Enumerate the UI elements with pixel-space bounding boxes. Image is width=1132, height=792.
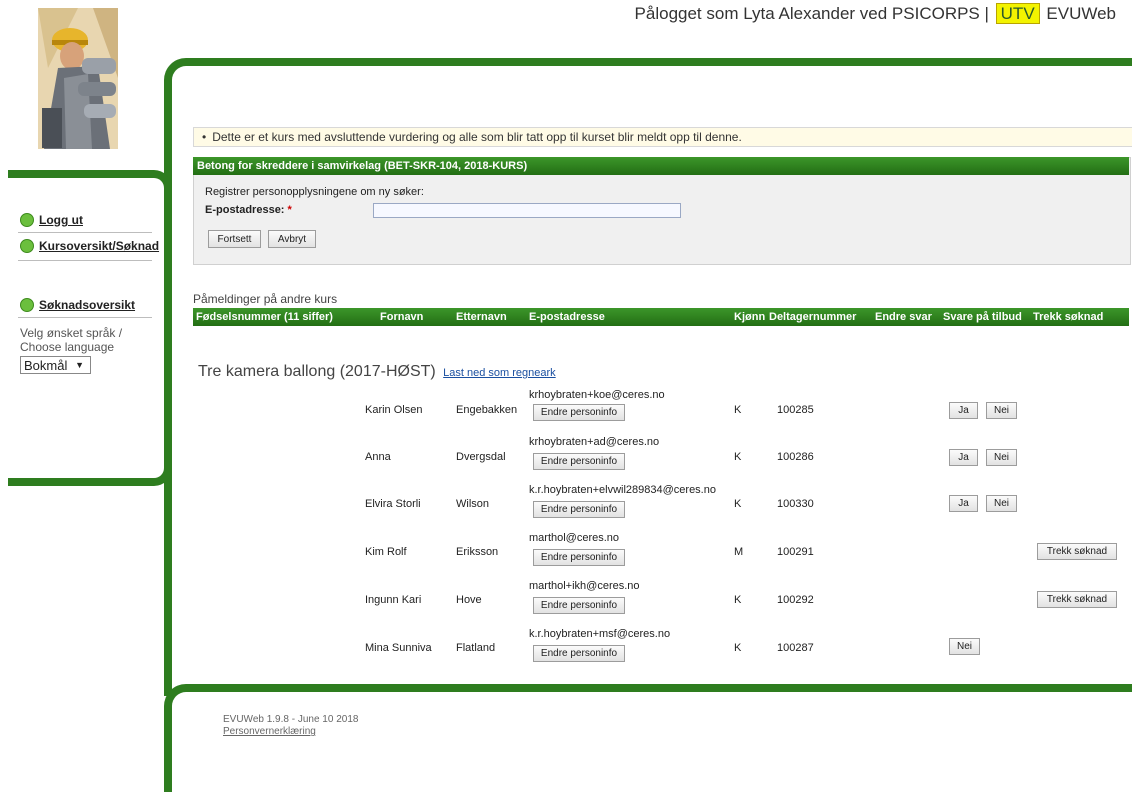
sidebar-divider (18, 260, 152, 261)
col-participant-number: Deltagernummer (769, 311, 857, 323)
row-email: krhoybraten+ad@ceres.no (529, 436, 660, 448)
col-gender: Kjønn (734, 311, 766, 323)
row-last-name: Eriksson (456, 546, 499, 558)
decline-offer-button[interactable]: Nei (949, 638, 980, 655)
language-selected: Bokmål (24, 357, 68, 373)
privacy-link[interactable]: Personvernerklæring (223, 726, 316, 737)
col-first-name: Fornavn (380, 311, 424, 323)
decline-offer-button[interactable]: Nei (986, 449, 1017, 466)
dropdown-arrow-icon: ▼ (75, 360, 84, 370)
edit-personinfo-button[interactable]: Endre personinfo (533, 597, 625, 614)
row-participant-number: 100292 (777, 594, 814, 606)
course-title: Tre kamera ballong (2017-HØST) Last ned … (198, 363, 556, 381)
row-gender: K (734, 451, 742, 463)
row-last-name: Hove (456, 594, 482, 606)
accept-offer-button[interactable]: Ja (949, 402, 978, 419)
login-status: Pålogget som Lyta Alexander ved PSICORPS… (634, 3, 1116, 24)
cancel-button[interactable]: Avbryt (268, 230, 316, 248)
info-message: • Dette er et kurs med avsluttende vurde… (193, 127, 1132, 147)
row-email: marthol+ikh@ceres.no (529, 580, 640, 592)
row-gender: K (734, 404, 742, 416)
bullet-icon (20, 239, 34, 253)
download-spreadsheet-link[interactable]: Last ned som regneark (443, 367, 556, 379)
col-email: E-postadresse (529, 311, 605, 323)
bullet-icon (20, 213, 34, 227)
footer-frame (164, 684, 1132, 792)
row-first-name: Kim Rolf (365, 546, 407, 558)
edit-personinfo-button[interactable]: Endre personinfo (533, 645, 625, 662)
sidebar-item-label: Logg ut (39, 213, 83, 227)
form-intro: Registrer personopplysningene om ny søke… (205, 186, 424, 198)
accept-offer-button[interactable]: Ja (949, 449, 978, 466)
row-gender: M (734, 546, 744, 558)
course-name: Tre kamera ballong (2017-HØST) (198, 363, 436, 380)
row-last-name: Dvergsdal (456, 451, 506, 463)
edit-personinfo-button[interactable]: Endre personinfo (533, 501, 625, 518)
row-first-name: Karin Olsen (365, 404, 423, 416)
logo-illustration (38, 8, 118, 149)
col-ssn: Fødselsnummer (11 siffer) (196, 311, 333, 323)
language-select[interactable]: Bokmål ▼ (20, 356, 91, 374)
sidebar-item-label: Søknadsoversikt (39, 298, 136, 312)
row-first-name: Elvira Storli (365, 498, 421, 510)
sidebar-item-label: Kursoversikt/Søknad (39, 239, 160, 253)
sidebar-item-course-overview[interactable]: Kursoversikt/Søknad (20, 239, 159, 253)
row-last-name: Engebakken (456, 404, 518, 416)
footer-version: EVUWeb 1.9.8 - June 10 2018 (223, 714, 359, 725)
row-gender: K (734, 594, 742, 606)
edit-personinfo-button[interactable]: Endre personinfo (533, 404, 625, 421)
row-last-name: Wilson (456, 498, 490, 510)
login-status-text: Pålogget som Lyta Alexander ved PSICORPS… (634, 4, 989, 23)
row-gender: K (734, 498, 742, 510)
row-participant-number: 100291 (777, 546, 814, 558)
row-participant-number: 100330 (777, 498, 814, 510)
edit-personinfo-button[interactable]: Endre personinfo (533, 453, 625, 470)
row-first-name: Mina Sunniva (365, 642, 432, 654)
row-email: k.r.hoybraten+msf@ceres.no (529, 628, 671, 640)
utv-badge[interactable]: UTV (995, 3, 1040, 24)
col-withdraw: Trekk søknad (1033, 311, 1104, 323)
language-label: Velg ønsket språk / Choose language (20, 326, 123, 354)
sidebar-divider (18, 317, 152, 318)
withdraw-application-button[interactable]: Trekk søknad (1037, 591, 1117, 608)
row-first-name: Anna (365, 451, 391, 463)
row-email: krhoybraten+koe@ceres.no (529, 389, 665, 401)
bullet-icon (20, 298, 34, 312)
row-first-name: Ingunn Kari (365, 594, 422, 606)
row-last-name: Flatland (456, 642, 496, 654)
registrations-title: Påmeldinger på andre kurs (193, 292, 338, 306)
table-header: Fødselsnummer (11 siffer) Fornavn Ettern… (193, 308, 1129, 326)
col-last-name: Etternavn (456, 311, 507, 323)
row-participant-number: 100287 (777, 642, 814, 654)
required-marker: * (287, 204, 292, 216)
email-label: E-postadresse: * (205, 204, 292, 216)
app-name: EVUWeb (1046, 4, 1116, 23)
email-label-text: E-postadresse: (205, 204, 285, 216)
row-participant-number: 100285 (777, 404, 814, 416)
continue-button[interactable]: Fortsett (208, 230, 261, 248)
row-participant-number: 100286 (777, 451, 814, 463)
sidebar-divider (18, 232, 152, 233)
sidebar-item-logout[interactable]: Logg ut (20, 213, 83, 227)
bullet-icon: • (202, 130, 207, 144)
col-respond-offer: Svare på tilbud (943, 311, 1022, 323)
decline-offer-button[interactable]: Nei (986, 402, 1017, 419)
row-email: k.r.hoybraten+elvwil289834@ceres.no (529, 484, 716, 496)
form-title: Betong for skreddere i samvirkelag (BET-… (193, 157, 1129, 175)
info-message-text: Dette er et kurs med avsluttende vurderi… (212, 130, 742, 144)
decline-offer-button[interactable]: Nei (986, 495, 1017, 512)
col-change-answer: Endre svar (875, 311, 932, 323)
row-email: marthol@ceres.no (529, 532, 620, 544)
row-gender: K (734, 642, 742, 654)
withdraw-application-button[interactable]: Trekk søknad (1037, 543, 1117, 560)
accept-offer-button[interactable]: Ja (949, 495, 978, 512)
sidebar-item-application-overview[interactable]: Søknadsoversikt (20, 298, 135, 312)
email-input[interactable] (373, 203, 681, 218)
edit-personinfo-button[interactable]: Endre personinfo (533, 549, 625, 566)
